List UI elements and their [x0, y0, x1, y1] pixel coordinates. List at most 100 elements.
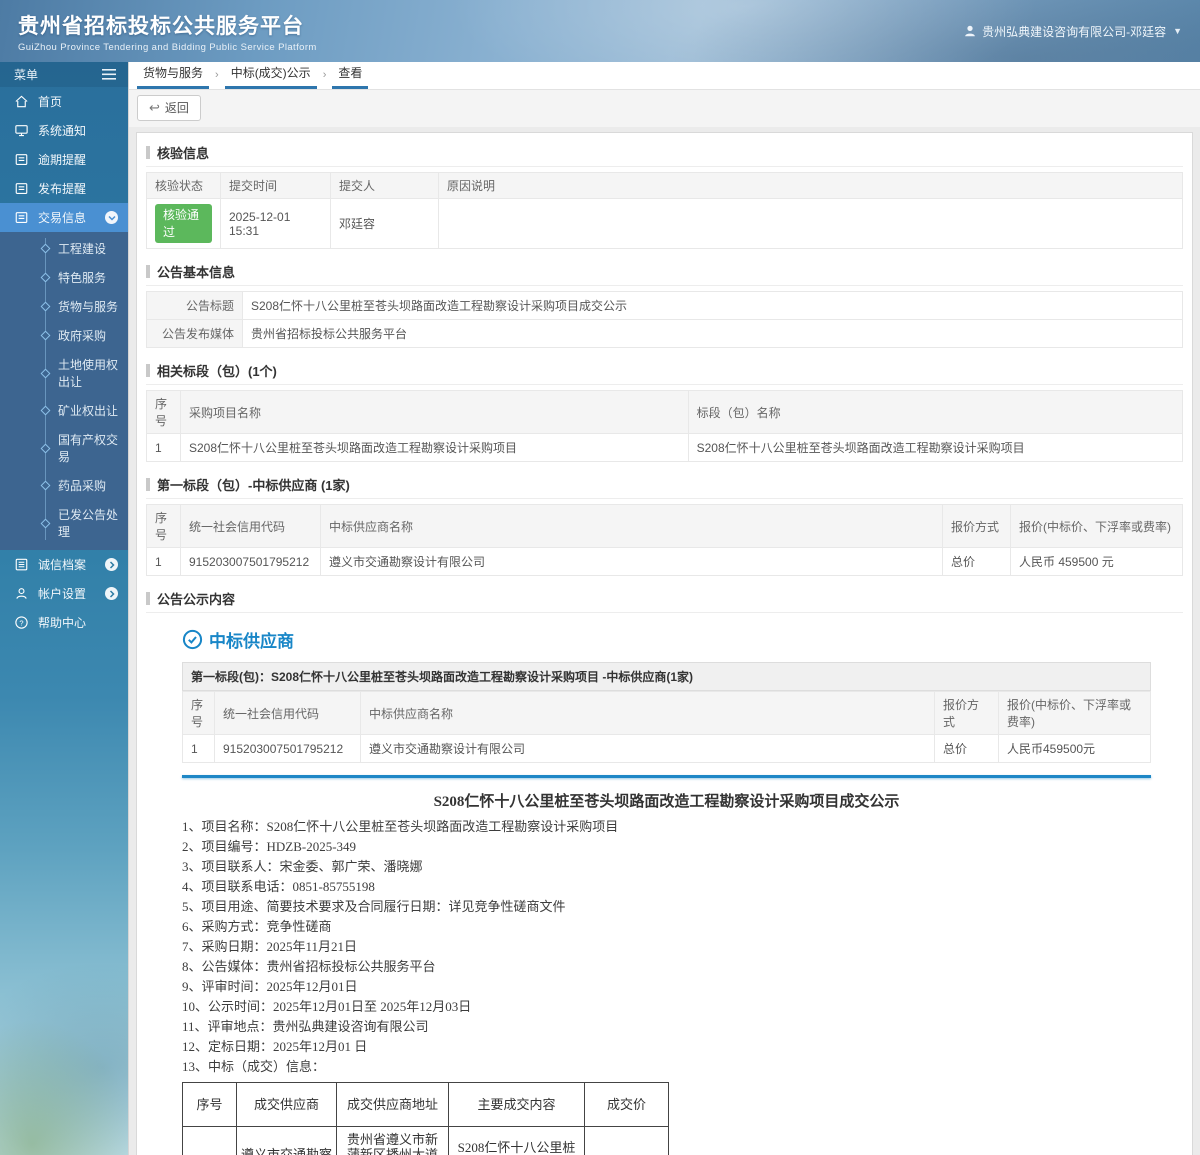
- svg-text:?: ?: [19, 618, 23, 627]
- sidebar-item-label: 发布提醒: [38, 182, 87, 196]
- divider: [182, 775, 1151, 778]
- table-row: 1 915203007501795212 遵义市交通勘察设计有限公司 总价 人民…: [182, 734, 1151, 763]
- breadcrumb-item-view[interactable]: 查看: [332, 62, 369, 89]
- sidebar-item-overdue-reminder[interactable]: 逾期提醒: [0, 145, 128, 174]
- section-title: 第一标段（包）-中标供应商 (1家): [157, 478, 350, 493]
- circle-check-icon: [182, 629, 203, 650]
- announcement-text: S208仁怀十八公里桩至苍头坝路面改造工程勘察设计采购项目成交公示 1、项目名称…: [182, 790, 1151, 1155]
- app-root: 贵州省招标投标公共服务平台 GuiZhou Province Tendering…: [0, 0, 1200, 1155]
- announcement-line: 5、项目用途、简要技术要求及合同履行日期：详见竞争性磋商文件: [182, 899, 566, 914]
- sidebar-item-system-notice[interactable]: 系统通知: [0, 116, 128, 145]
- sidebar-item-label: 交易信息: [38, 211, 87, 225]
- submitter: 邓廷容: [330, 198, 439, 249]
- user-name: 贵州弘典建设咨询有限公司-邓廷容: [982, 24, 1167, 39]
- section-related-packages: 相关标段（包）(1个) 序号 采购项目名称 标段（包）名称 1 S208仁怀十八…: [137, 351, 1192, 465]
- winning-supplier-title: 中标供应商: [209, 632, 294, 651]
- chevron-down-icon: [105, 211, 118, 224]
- column-header: 序号: [182, 691, 215, 735]
- related-packages-table: 序号 采购项目名称 标段（包）名称 1 S208仁怀十八公里桩至苍头坝路面改造工…: [146, 390, 1184, 462]
- column-header: 原因说明: [438, 172, 1183, 199]
- column-header: 采购项目名称: [180, 390, 689, 434]
- monitor-icon: [15, 125, 28, 137]
- section-basic-info: 公告基本信息 公告标题 S208仁怀十八公里桩至苍头坝路面改造工程勘察设计采购项…: [137, 252, 1192, 351]
- sidebar-item-label: 逾期提醒: [38, 153, 87, 167]
- list-icon: [15, 558, 28, 571]
- section-title: 核验信息: [157, 146, 210, 161]
- sidebar-item-publish-reminder[interactable]: 发布提醒: [0, 174, 128, 203]
- column-header: 提交人: [330, 172, 439, 199]
- sidebar-item-account-settings[interactable]: 帐户设置: [0, 579, 128, 608]
- sidebar-subitem[interactable]: 货物与服务: [0, 292, 128, 321]
- announcement-line: 3、项目联系人：宋金委、郭广荣、潘晓娜: [182, 859, 423, 874]
- section-announcement-content: 公告公示内容 中标供应商 第一标段(包)：S208仁怀十八公里桩至苍头坝路面改造…: [137, 579, 1192, 1155]
- section-header: 核验信息: [146, 140, 1183, 167]
- breadcrumb-item-goods-services[interactable]: 货物与服务: [137, 62, 210, 89]
- table-row: 核验通过 2025-12-01 15:31 邓廷容: [146, 198, 1183, 249]
- sidebar-item-help-center[interactable]: ? 帮助中心: [0, 608, 128, 637]
- sidebar-item-label: 诚信档案: [38, 558, 87, 572]
- breadcrumb-item-award-notice[interactable]: 中标(成交)公示: [224, 62, 317, 89]
- project-name: S208仁怀十八公里桩至苍头坝路面改造工程勘察设计采购项目: [180, 433, 689, 462]
- award-info-table: 序号 成交供应商 成交供应商地址 主要成交内容 成交价 1 遵义市交通勘察设计有…: [182, 1082, 669, 1155]
- announcement-line: 7、采购日期：2025年11月21日: [182, 939, 358, 954]
- column-header: 提交时间: [220, 172, 331, 199]
- sidebar-subitem[interactable]: 已发公告处理: [0, 500, 128, 546]
- column-header: 成交供应商地址: [336, 1082, 449, 1127]
- column-header: 成交价: [584, 1082, 669, 1127]
- section-header: 公告基本信息: [146, 259, 1183, 286]
- column-header: 报价(中标价、下浮率或费率): [998, 691, 1151, 735]
- column-header: 统一社会信用代码: [214, 691, 361, 735]
- quote-value: 人民币459500元: [998, 734, 1151, 763]
- back-icon: ↩: [149, 100, 160, 115]
- column-header: 中标供应商名称: [320, 504, 943, 548]
- sidebar-item-credit-archive[interactable]: 诚信档案: [0, 550, 128, 579]
- table-row: 1 遵义市交通勘察设计有限公司 贵州省遵义市新蒲新区播州大道林达阳光城西区7栋1…: [182, 1126, 669, 1155]
- sidebar-subitem[interactable]: 药品采购: [0, 471, 128, 500]
- sidebar-item-transaction-info[interactable]: 交易信息: [0, 203, 128, 232]
- column-header: 标段（包）名称: [687, 390, 1184, 434]
- section-marker: [146, 265, 150, 278]
- back-button[interactable]: ↩ 返回: [137, 95, 201, 121]
- hamburger-icon[interactable]: [102, 69, 116, 80]
- quote-type: 总价: [934, 734, 999, 763]
- sidebar-subitem[interactable]: 特色服务: [0, 263, 128, 292]
- sidebar-subitem[interactable]: 矿业权出让: [0, 396, 128, 425]
- sidebar-item-home[interactable]: 首页: [0, 87, 128, 116]
- award-supplier-address: 贵州省遵义市新蒲新区播州大道林达阳光城西区7栋16层: [336, 1126, 449, 1155]
- winning-supplier-table: 序号 统一社会信用代码 中标供应商名称 报价方式 报价(中标价、下浮率或费率) …: [146, 504, 1183, 576]
- supplier-name: 遵义市交通勘察设计有限公司: [360, 734, 935, 763]
- reason: [438, 198, 1183, 249]
- toolbar: ↩ 返回: [129, 90, 1200, 127]
- document-icon: [15, 183, 28, 194]
- column-header: 报价方式: [942, 504, 1011, 548]
- basic-info-table: 公告标题 S208仁怀十八公里桩至苍头坝路面改造工程勘察设计采购项目成交公示 公…: [146, 291, 1183, 348]
- row-index: 1: [182, 734, 215, 763]
- supplier-name: 遵义市交通勘察设计有限公司: [320, 547, 943, 576]
- table-row: 公告标题 S208仁怀十八公里桩至苍头坝路面改造工程勘察设计采购项目成交公示: [146, 291, 1183, 320]
- credit-code: 915203007501795212: [214, 734, 361, 763]
- sidebar-subitem[interactable]: 土地使用权出让: [0, 350, 128, 396]
- page-title: 贵州省招标投标公共服务平台: [18, 14, 304, 38]
- section-title: 公告基本信息: [157, 265, 236, 280]
- section-marker: [146, 364, 150, 377]
- caret-down-icon: ▼: [1173, 26, 1182, 36]
- field-label: 公告发布媒体: [146, 319, 243, 348]
- user-menu[interactable]: 贵州弘典建设咨询有限公司-邓廷容 ▼: [963, 23, 1182, 40]
- document-icon: [15, 212, 28, 223]
- field-label: 公告标题: [146, 291, 243, 320]
- section-marker: [146, 146, 150, 159]
- section-header: 公告公示内容: [146, 586, 1183, 613]
- row-index: 1: [146, 547, 181, 576]
- section-title: 公告公示内容: [157, 592, 236, 607]
- back-button-label: 返回: [164, 101, 189, 115]
- sidebar-subitem[interactable]: 工程建设: [0, 234, 128, 263]
- table-row: 1 915203007501795212 遵义市交通勘察设计有限公司 总价 人民…: [146, 547, 1183, 576]
- field-value: S208仁怀十八公里桩至苍头坝路面改造工程勘察设计采购项目成交公示: [242, 291, 1183, 320]
- sidebar-subitem[interactable]: 政府采购: [0, 321, 128, 350]
- sidebar-subitem[interactable]: 国有产权交易: [0, 425, 128, 471]
- sidebar-menu-header: 菜单: [0, 62, 128, 87]
- question-icon: ?: [15, 616, 28, 629]
- chevron-right-icon: [105, 558, 118, 571]
- quote-type: 总价: [942, 547, 1011, 576]
- announcement-lines-before: 1、项目名称：S208仁怀十八公里桩至苍头坝路面改造工程勘察设计采购项目 2、项目…: [182, 817, 1151, 1077]
